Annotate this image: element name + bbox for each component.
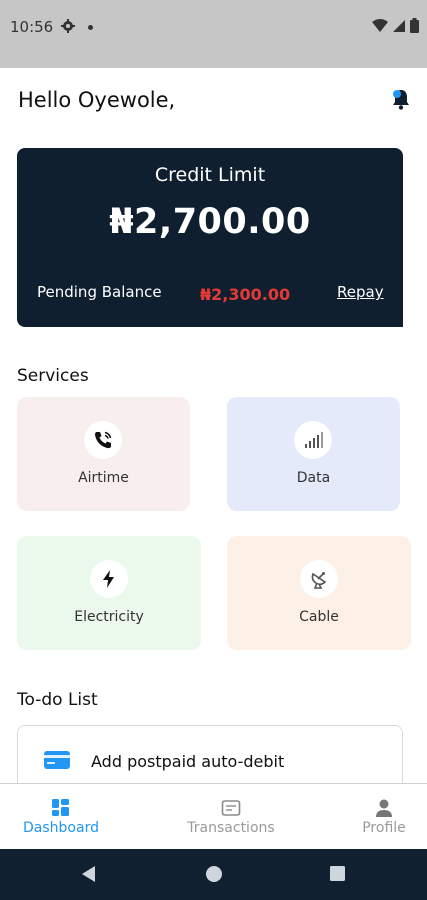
service-tile-cable[interactable]: Cable xyxy=(227,536,411,650)
service-label-data: Data xyxy=(296,470,331,486)
satellite-dish-icon xyxy=(300,560,338,598)
signal-bars-icon xyxy=(294,421,332,459)
lightning-icon xyxy=(90,560,128,598)
credit-limit-title: Credit Limit xyxy=(154,164,266,186)
todo-title: To-do List xyxy=(17,690,98,710)
credit-limit-card: Credit Limit ₦2,700.00 Pending Balance ₦… xyxy=(17,148,403,327)
person-icon xyxy=(376,799,392,817)
nav-label-dashboard: Dashboard xyxy=(23,820,99,836)
phone-ringing-icon xyxy=(84,421,122,459)
notification-dot-icon xyxy=(88,25,93,30)
service-tile-electricity[interactable]: Electricity xyxy=(17,536,201,650)
todo-item-label: Add postpaid auto-debit xyxy=(91,752,285,771)
settings-gear-icon xyxy=(61,19,75,33)
status-time: 10:56 xyxy=(10,18,54,36)
service-label-cable: Cable xyxy=(299,609,339,625)
status-indicators xyxy=(372,18,419,33)
battery-icon xyxy=(410,18,419,33)
repay-link[interactable]: Repay xyxy=(337,283,384,301)
service-tile-data[interactable]: Data xyxy=(227,397,400,511)
service-tile-airtime[interactable]: Airtime xyxy=(17,397,190,511)
transactions-icon xyxy=(221,800,241,816)
nav-tab-profile[interactable]: Profile xyxy=(329,784,427,850)
service-label-airtime: Airtime xyxy=(78,470,129,486)
recents-icon[interactable] xyxy=(329,865,346,882)
pending-balance-amount: ₦2,300.00 xyxy=(200,285,291,304)
nav-tab-dashboard[interactable]: Dashboard xyxy=(6,784,116,850)
credit-card-icon xyxy=(44,751,70,769)
credit-limit-amount: ₦2,700.00 xyxy=(109,202,311,242)
services-title: Services xyxy=(17,366,89,386)
wifi-icon xyxy=(372,18,388,32)
status-bar: 10:56 xyxy=(0,0,427,68)
greeting-text: Hello Oyewole, xyxy=(18,88,176,112)
cell-signal-icon xyxy=(393,19,405,32)
notification-bell-icon[interactable] xyxy=(388,86,414,112)
pending-balance-label: Pending Balance xyxy=(37,283,162,301)
nav-label-profile: Profile xyxy=(362,820,406,836)
system-navigation-bar xyxy=(0,849,427,900)
home-icon[interactable] xyxy=(205,865,223,883)
nav-label-transactions: Transactions xyxy=(187,820,275,836)
bottom-navigation: Dashboard Transactions Profile xyxy=(0,783,427,849)
dashboard-icon xyxy=(52,799,69,816)
nav-tab-transactions[interactable]: Transactions xyxy=(176,784,286,850)
service-label-electricity: Electricity xyxy=(74,609,144,625)
back-icon[interactable] xyxy=(80,865,98,883)
